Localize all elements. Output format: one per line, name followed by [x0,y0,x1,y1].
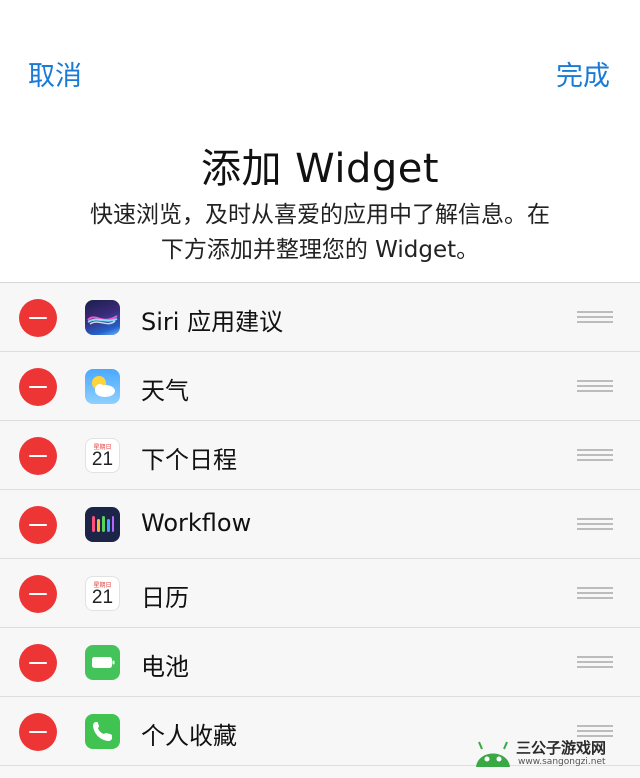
remove-widget-button[interactable] [19,368,57,406]
widget-label: 日历 [141,584,189,612]
calendar-icon: 星期日 21 [85,438,120,473]
cancel-button[interactable]: 取消 [28,54,82,93]
navigation-bar: 取消 完成 [0,0,640,110]
reorder-handle-icon[interactable] [577,518,613,530]
reorder-handle-icon[interactable] [577,656,613,668]
remove-widget-button[interactable] [19,713,57,751]
watermark-logo-icon [476,741,510,767]
reorder-handle-icon[interactable] [577,380,613,392]
reorder-handle-icon[interactable] [577,311,613,323]
weather-icon [85,369,120,404]
widget-label: Workflow [141,509,252,537]
remove-widget-button[interactable] [19,506,57,544]
site-watermark: 三公子游戏网 www.sangongzi.net [474,737,634,773]
reorder-handle-icon[interactable] [577,587,613,599]
widget-label: Siri 应用建议 [141,308,284,336]
widget-label: 下个日程 [141,446,237,474]
page-title: 添加 Widget [200,146,440,192]
widget-row-battery: 电池 [0,628,640,697]
widget-list: Siri 应用建议 天气 星期日 21 下个日程 Workflow 星期日 21… [0,282,640,778]
siri-suggestions-icon [85,300,120,335]
widget-row-weather: 天气 [0,352,640,421]
watermark-url: www.sangongzi.net [518,757,606,767]
widget-label: 电池 [141,653,189,681]
workflow-icon [85,507,120,542]
done-button[interactable]: 完成 [556,54,610,93]
widget-row-calendar: 星期日 21 日历 [0,559,640,628]
remove-widget-button[interactable] [19,575,57,613]
widget-row-siri-suggestions: Siri 应用建议 [0,283,640,352]
widget-row-workflow: Workflow [0,490,640,559]
phone-icon [85,714,120,749]
remove-widget-button[interactable] [19,644,57,682]
description-line-1: 快速浏览，及时从喜爱的应用中了解信息。在 [90,202,550,228]
widget-label: 天气 [141,377,189,405]
calendar-icon-date: 21 [91,449,114,470]
calendar-icon-date: 21 [91,587,114,608]
watermark-title: 三公子游戏网 [516,739,607,757]
widget-row-up-next: 星期日 21 下个日程 [0,421,640,490]
calendar-icon: 星期日 21 [85,576,120,611]
page-description: 快速浏览，及时从喜爱的应用中了解信息。在 下方添加并整理您的 Widget。 [0,198,640,268]
battery-icon [85,645,120,680]
reorder-handle-icon[interactable] [577,449,613,461]
remove-widget-button[interactable] [19,437,57,475]
widget-label: 个人收藏 [141,722,237,750]
remove-widget-button[interactable] [19,299,57,337]
reorder-handle-icon[interactable] [577,725,613,737]
description-line-2: 下方添加并整理您的 Widget。 [160,237,480,263]
